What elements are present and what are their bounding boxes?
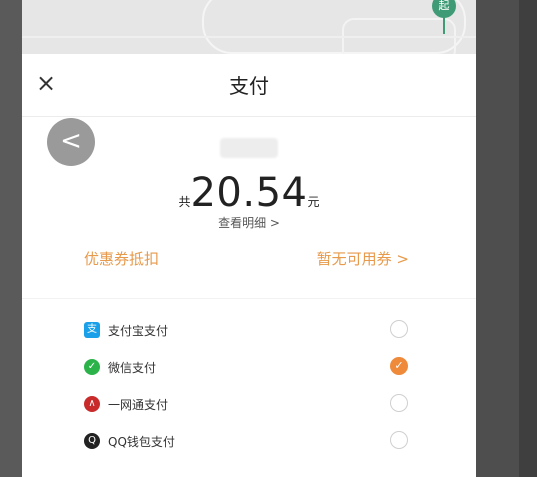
- back-button[interactable]: <: [47, 118, 95, 166]
- start-pin-stem: [443, 16, 445, 34]
- amount-row: 共20.54元: [22, 170, 476, 216]
- method-wechat[interactable]: ✓ 微信支付 ✓: [22, 353, 476, 383]
- page-title: 支付: [229, 74, 269, 98]
- background-left: [0, 0, 22, 477]
- method-yiwangtong[interactable]: ∧ 一网通支付: [22, 390, 476, 420]
- method-radio[interactable]: [390, 320, 408, 338]
- blurred-label: [220, 138, 278, 158]
- method-label: QQ钱包支付: [108, 435, 175, 449]
- map-road: [22, 36, 476, 38]
- payment-sheet: × 支付 < 共20.54元 查看明细 > 优惠券抵扣 暂无可用券 > 支 支付…: [22, 54, 476, 477]
- qq-wallet-icon: Q: [84, 433, 100, 449]
- wechat-icon: ✓: [84, 359, 100, 375]
- yiwangtong-icon: ∧: [84, 396, 100, 412]
- method-label: 支付宝支付: [108, 324, 169, 338]
- method-label: 微信支付: [108, 361, 157, 375]
- map-strip: 起: [22, 0, 476, 54]
- coupon-value[interactable]: 暂无可用券 >: [317, 248, 409, 269]
- method-radio-checked[interactable]: ✓: [390, 357, 408, 375]
- alipay-icon: 支: [84, 322, 100, 338]
- method-qq-wallet[interactable]: Q QQ钱包支付: [22, 427, 476, 457]
- sheet-header: × 支付: [22, 54, 476, 117]
- coupon-row[interactable]: 优惠券抵扣 暂无可用券 >: [22, 244, 476, 274]
- background-shade: [519, 0, 537, 477]
- amount-value: 20.54: [190, 170, 308, 216]
- background-right: [476, 0, 537, 477]
- coupon-label: 优惠券抵扣: [84, 250, 160, 268]
- amount-prefix: 共: [178, 195, 191, 209]
- view-details-link[interactable]: 查看明细 >: [22, 214, 476, 231]
- divider: [22, 298, 476, 299]
- method-label: 一网通支付: [108, 398, 169, 412]
- method-alipay[interactable]: 支 支付宝支付: [22, 316, 476, 346]
- amount-suffix: 元: [307, 195, 320, 209]
- method-radio[interactable]: [390, 431, 408, 449]
- method-radio[interactable]: [390, 394, 408, 412]
